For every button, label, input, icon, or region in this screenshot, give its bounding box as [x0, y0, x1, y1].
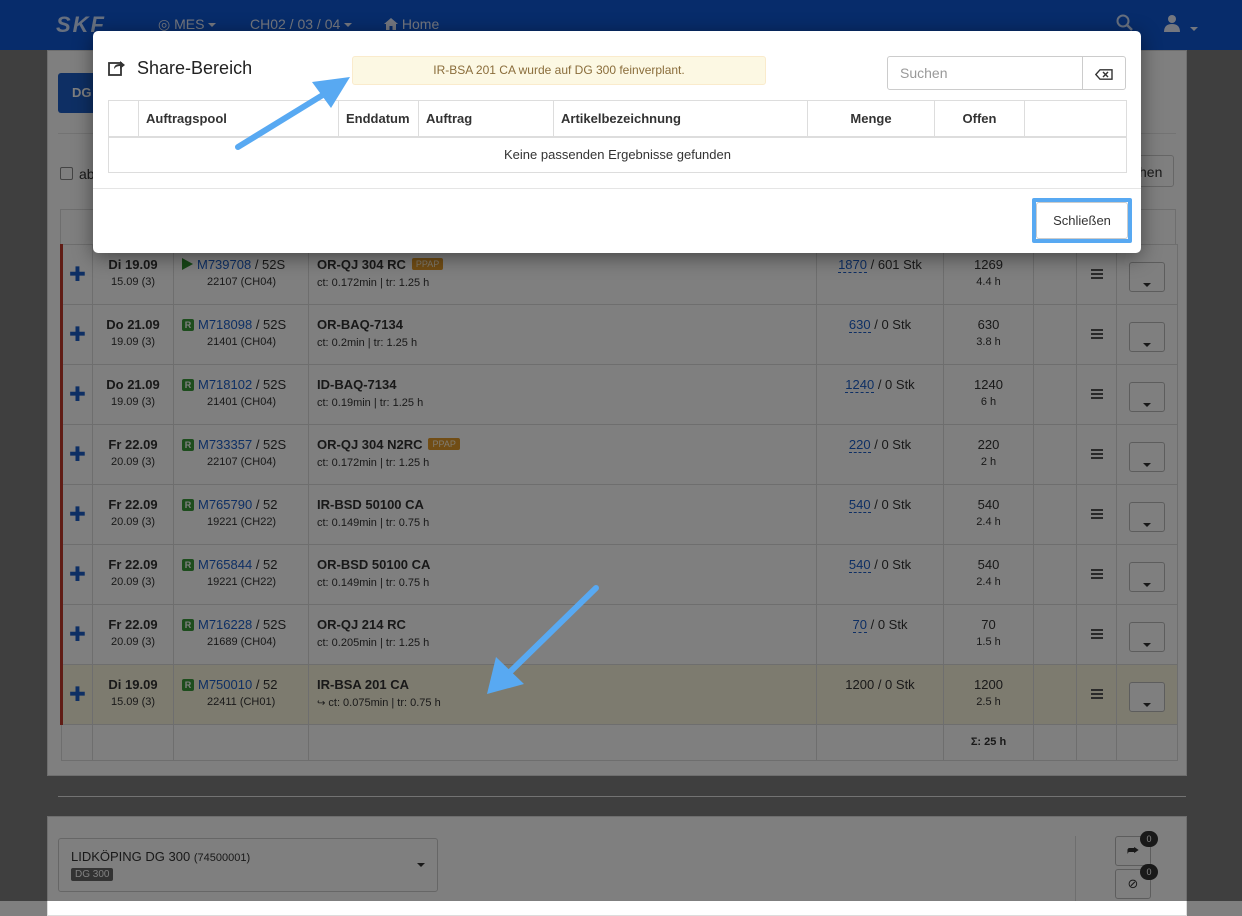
modal-footer-divider [93, 188, 1141, 189]
share-area-modal: Share-Bereich IR-BSA 201 CA wurde auf DG… [93, 31, 1141, 253]
backspace-icon [1094, 69, 1113, 80]
search-input[interactable] [887, 56, 1083, 90]
search-group [887, 56, 1126, 90]
column-header-auftragspool[interactable]: Auftragspool [138, 100, 339, 138]
modal-title: Share-Bereich [108, 58, 252, 81]
share-icon [108, 59, 126, 81]
clear-search-button[interactable] [1082, 56, 1126, 90]
column-header-actions [1024, 100, 1127, 138]
column-header-enddatum[interactable]: Enddatum [338, 100, 419, 138]
share-table: Auftragspool Enddatum Auftrag Artikelbez… [108, 100, 1127, 173]
column-header-select [108, 100, 139, 138]
column-header-menge[interactable]: Menge [807, 100, 935, 138]
empty-table-message: Keine passenden Ergebnisse gefunden [108, 136, 1127, 173]
modal-title-text: Share-Bereich [137, 58, 253, 78]
success-alert: IR-BSA 201 CA wurde auf DG 300 feinverpl… [352, 56, 766, 85]
column-header-artikelbezeichnung[interactable]: Artikelbezeichnung [553, 100, 808, 138]
column-header-auftrag[interactable]: Auftrag [418, 100, 554, 138]
close-button[interactable]: Schließen [1036, 202, 1128, 239]
column-header-offen[interactable]: Offen [934, 100, 1025, 138]
